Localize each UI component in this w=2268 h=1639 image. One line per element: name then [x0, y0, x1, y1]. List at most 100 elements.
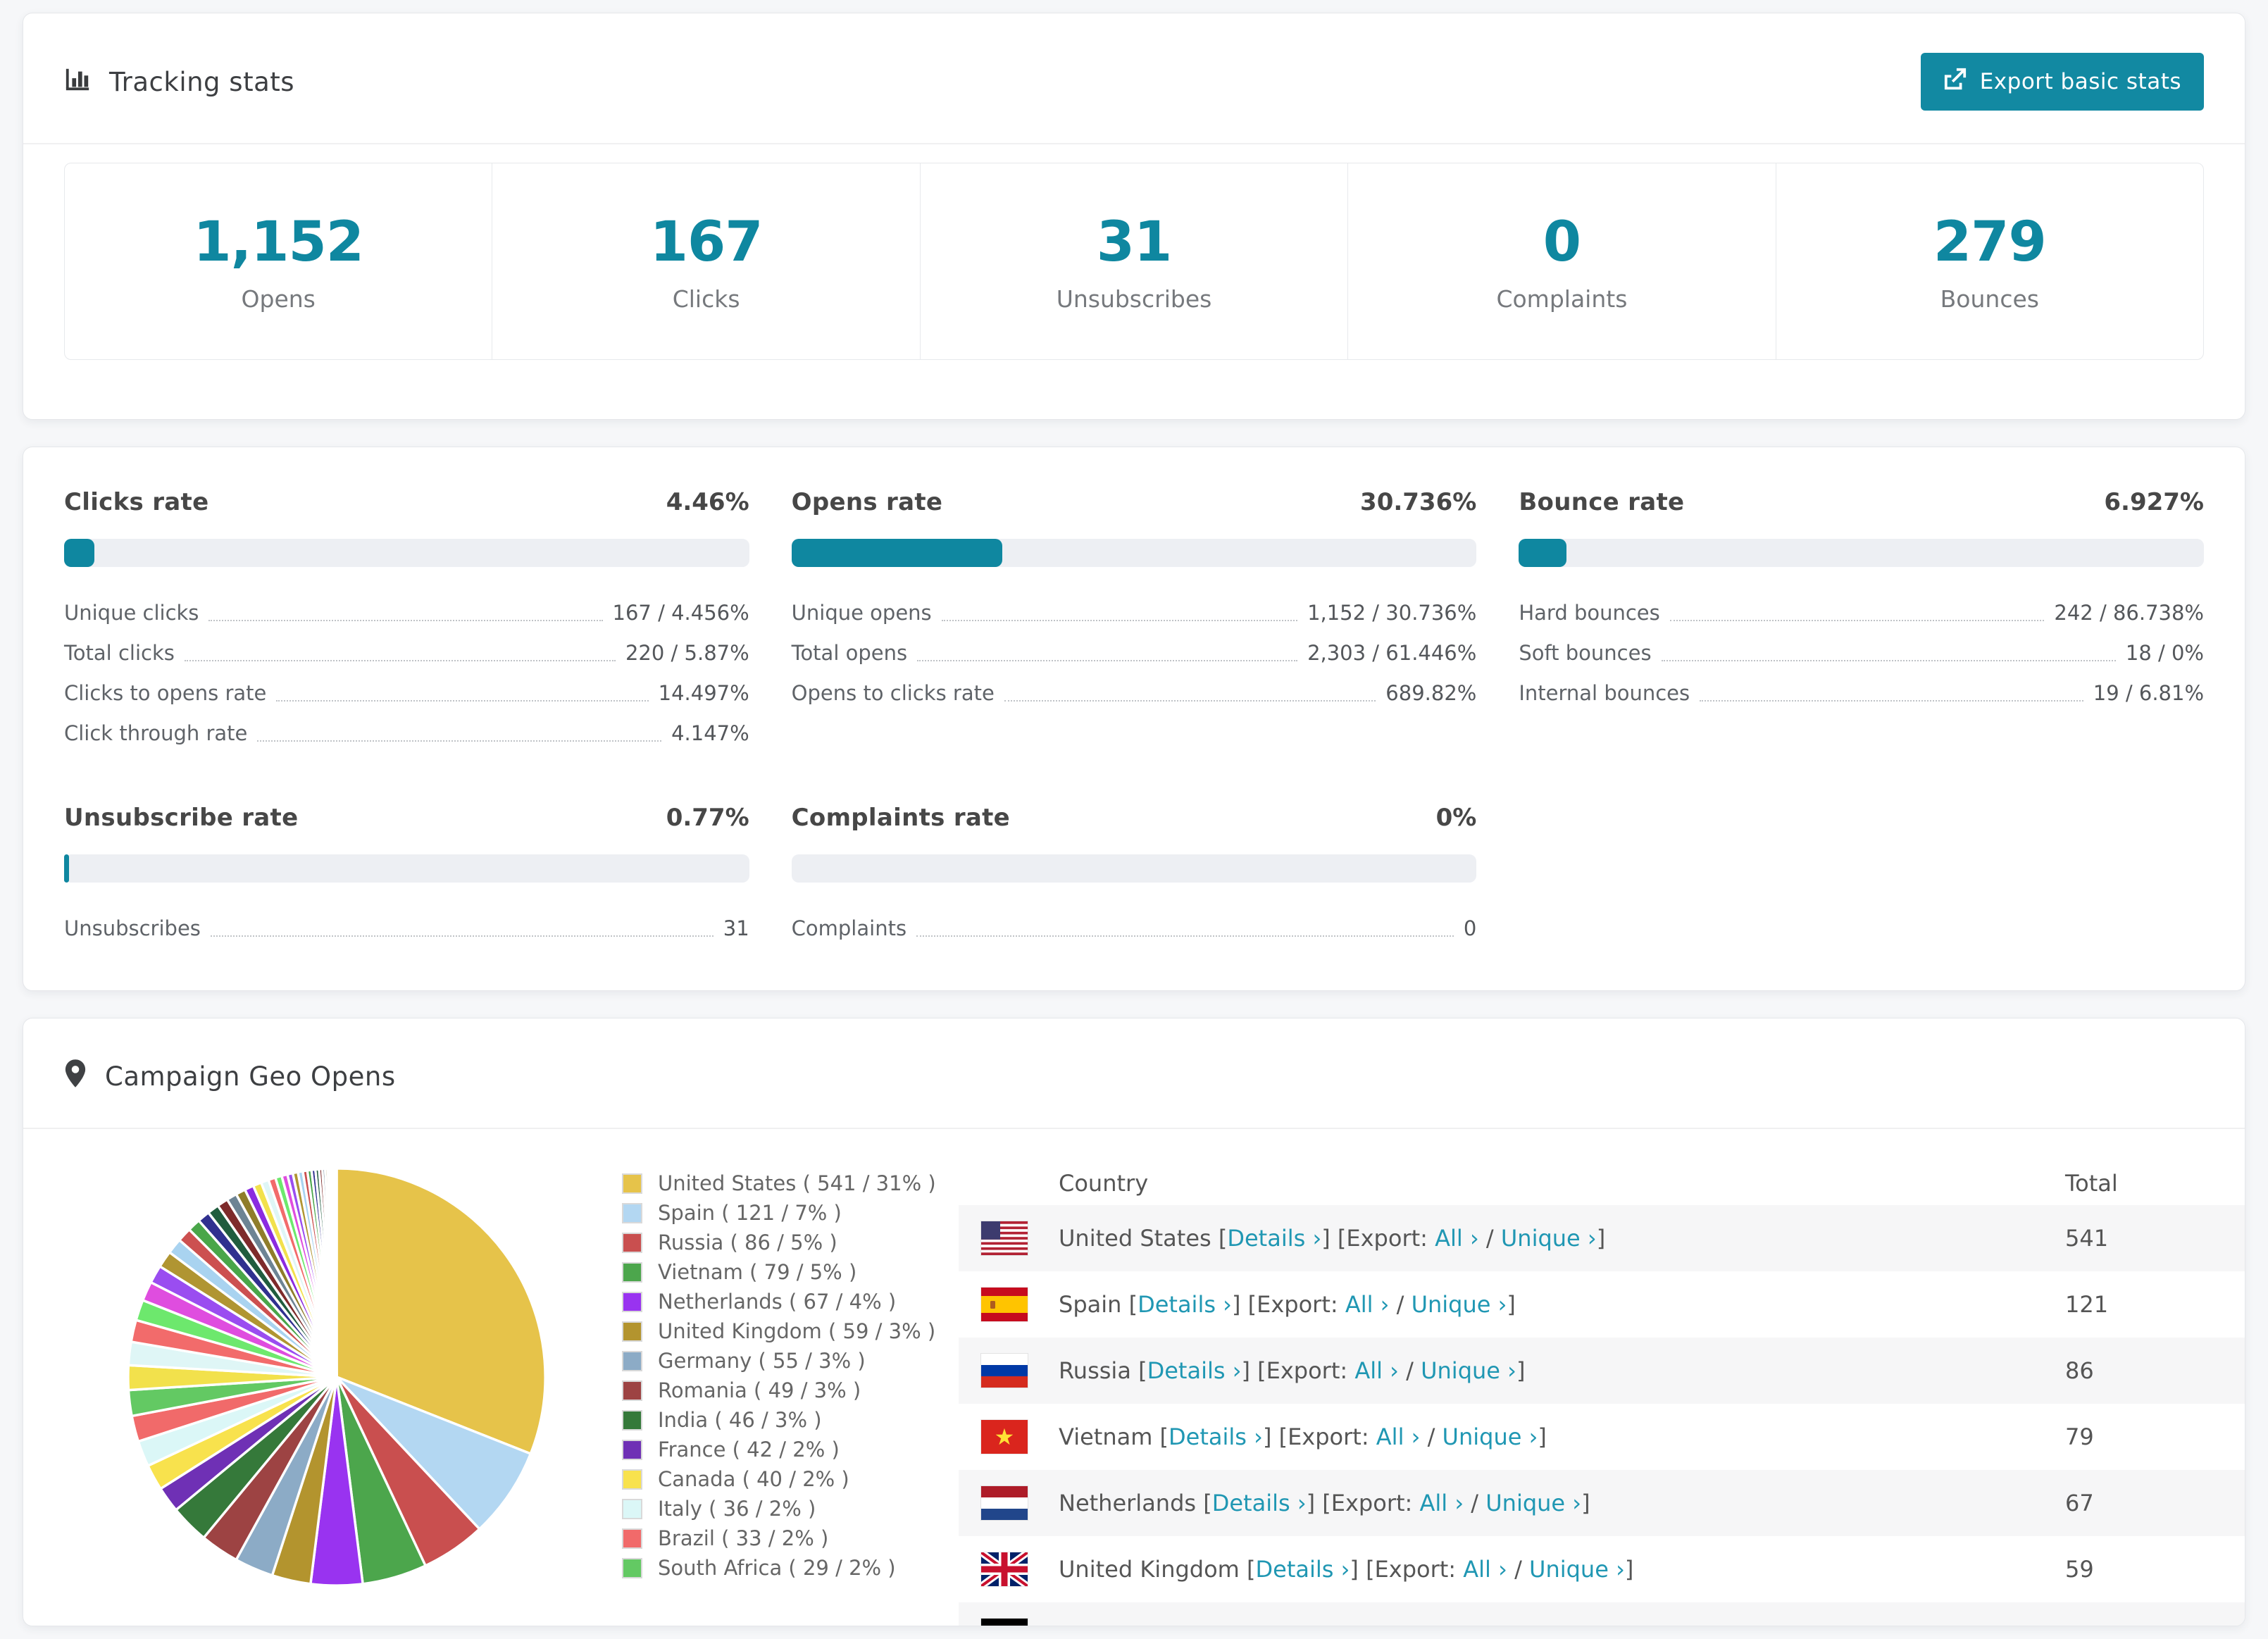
details-link[interactable]: Details › [1147, 1357, 1242, 1384]
details-link[interactable]: Details › [1256, 1556, 1350, 1583]
details-link[interactable]: Details › [1227, 1225, 1321, 1252]
rate-progress-fill [1519, 539, 1566, 567]
rate-progress-fill [64, 539, 95, 567]
rate-progress-fill [791, 539, 1002, 567]
country-total: 67 [2065, 1490, 2094, 1516]
legend-label: Romania ( 49 / 3% ) [658, 1378, 861, 1402]
export-all-link[interactable]: All › [1435, 1225, 1479, 1252]
rate-row-leader [208, 620, 603, 621]
geo-table-header: Country Total [959, 1161, 2245, 1205]
legend-item[interactable]: France ( 42 / 2% ) [622, 1435, 959, 1464]
legend-swatch [622, 1557, 642, 1578]
export-all-link[interactable]: All › [1385, 1622, 1430, 1626]
export-unique-link[interactable]: Unique › [1501, 1225, 1597, 1252]
legend-item[interactable]: South Africa ( 29 / 2% ) [622, 1553, 959, 1583]
rate-row: Clicks to opens rate 14.497% [64, 673, 749, 713]
legend-item[interactable]: Russia ( 86 / 5% ) [622, 1228, 959, 1257]
details-link[interactable]: Details › [1169, 1423, 1263, 1450]
rate-panel-header: Unsubscribe rate 0.77% [64, 804, 749, 832]
rate-row-label: Click through rate [64, 721, 248, 745]
rate-row-leader [1004, 700, 1376, 702]
rate-panel-header: Complaints rate 0% [792, 804, 1477, 832]
legend-item[interactable]: Romania ( 49 / 3% ) [622, 1376, 959, 1405]
country-flag-us [981, 1221, 1028, 1255]
rate-row-value: 0 [1463, 916, 1477, 940]
rate-row: Unique opens 1,152 / 30.736% [792, 592, 1477, 632]
export-button-label: Export basic stats [1979, 69, 2181, 94]
rate-panel-header: Clicks rate 4.46% [64, 488, 749, 516]
legend-swatch [622, 1409, 642, 1431]
legend-item[interactable]: Canada ( 40 / 2% ) [622, 1464, 959, 1494]
rate-panel: Complaints rate 0% Complaints 0 [791, 804, 1477, 948]
country-cell: Vietnam [Details ›] [Export: All › / Uni… [1059, 1423, 1547, 1450]
export-unique-link[interactable]: Unique › [1485, 1490, 1581, 1516]
legend-item[interactable]: Netherlands ( 67 / 4% ) [622, 1287, 959, 1316]
legend-item[interactable]: Germany ( 55 / 3% ) [622, 1346, 959, 1376]
rate-row-label: Complaints [791, 916, 907, 940]
export-unique-link[interactable]: Unique › [1529, 1556, 1625, 1583]
summary-stat-label: Complaints [1496, 285, 1628, 313]
legend-item[interactable]: Brazil ( 33 / 2% ) [622, 1523, 959, 1553]
tracking-stats-header: Tracking stats Export basic stats [23, 13, 2245, 144]
rate-panel: Clicks rate 4.46% Unique clicks 167 / 4.456… [64, 488, 749, 753]
rate-panel-title: Clicks rate [64, 488, 209, 516]
export-all-link[interactable]: All › [1376, 1423, 1421, 1450]
legend-label: Germany ( 55 / 3% ) [658, 1349, 866, 1373]
rate-row: Complaints 0 [792, 908, 1477, 948]
rate-row-label: Unique clicks [64, 600, 199, 625]
export-unique-link[interactable]: Unique › [1452, 1622, 1547, 1626]
rate-panel-value: 0% [1435, 804, 1477, 832]
rate-panel: Opens rate 30.736% Unique opens 1,152 / 30.… [791, 488, 1477, 753]
details-link[interactable]: Details › [1178, 1622, 1273, 1626]
rate-row-leader [257, 740, 662, 742]
rate-row-label: Internal bounces [1519, 680, 1690, 705]
bar-chart-icon [64, 66, 91, 99]
export-all-link[interactable]: All › [1354, 1357, 1399, 1384]
rate-row: Unique clicks 167 / 4.456% [64, 592, 749, 632]
rate-panel-value: 4.46% [666, 488, 749, 516]
rate-panel-value: 0.77% [666, 804, 749, 832]
country-flag-ru [981, 1354, 1028, 1388]
rate-row: Hard bounces 242 / 86.738% [1519, 592, 2204, 632]
legend-label: Spain ( 121 / 7% ) [658, 1201, 842, 1225]
table-row: Spain [Details ›] [Export: All › / Uniqu… [959, 1271, 2245, 1338]
export-unique-link[interactable]: Unique › [1412, 1291, 1507, 1318]
rate-row-leader [1700, 700, 2083, 702]
export-all-link[interactable]: All › [1345, 1291, 1390, 1318]
export-all-link[interactable]: All › [1419, 1490, 1464, 1516]
tracking-stats-card: Tracking stats Export basic stats 1,152 O… [23, 13, 2245, 420]
export-icon [1943, 67, 1967, 96]
export-unique-link[interactable]: Unique › [1421, 1357, 1516, 1384]
campaign-geo-opens-card: Campaign Geo Opens United States ( 541 /… [23, 1018, 2245, 1626]
summary-stat-label: Clicks [672, 285, 740, 313]
summary-stats-row: 1,152 Opens 167 Clicks 31 Unsubscribes 0 Compla… [64, 163, 2204, 360]
details-link[interactable]: Details › [1138, 1291, 1232, 1318]
rate-row-value: 242 / 86.738% [2054, 600, 2204, 625]
pie-slice [335, 1167, 338, 1378]
legend-label: Brazil ( 33 / 2% ) [658, 1526, 829, 1550]
legend-item[interactable]: United States ( 541 / 31% ) [622, 1169, 959, 1198]
rate-row-label: Total clicks [64, 640, 175, 665]
country-total: 541 [2065, 1225, 2109, 1252]
legend-item[interactable]: Vietnam ( 79 / 5% ) [622, 1257, 959, 1287]
export-basic-stats-button[interactable]: Export basic stats [1920, 53, 2204, 111]
dashboard-page: Tracking stats Export basic stats 1,152 O… [0, 0, 2268, 1639]
legend-label: South Africa ( 29 / 2% ) [658, 1556, 896, 1580]
legend-label: Canada ( 40 / 2% ) [658, 1467, 849, 1491]
rate-panel-header: Bounce rate 6.927% [1519, 488, 2204, 516]
export-all-link[interactable]: All › [1463, 1556, 1507, 1583]
legend-item[interactable]: Italy ( 36 / 2% ) [622, 1494, 959, 1523]
legend-item[interactable]: India ( 46 / 3% ) [622, 1405, 959, 1435]
legend-label: India ( 46 / 3% ) [658, 1408, 822, 1432]
details-link[interactable]: Details › [1212, 1490, 1307, 1516]
tracking-stats-title: Tracking stats [64, 66, 294, 99]
legend-item[interactable]: Spain ( 121 / 7% ) [622, 1198, 959, 1228]
legend-swatch [622, 1528, 642, 1549]
summary-stat-label: Unsubscribes [1056, 285, 1212, 313]
legend-label: United Kingdom ( 59 / 3% ) [658, 1319, 936, 1343]
rate-panel-value: 6.927% [2104, 488, 2204, 516]
legend-item[interactable]: United Kingdom ( 59 / 3% ) [622, 1316, 959, 1346]
export-unique-link[interactable]: Unique › [1443, 1423, 1538, 1450]
rate-row-label: Soft bounces [1519, 640, 1652, 665]
rate-progress-track [64, 854, 749, 883]
